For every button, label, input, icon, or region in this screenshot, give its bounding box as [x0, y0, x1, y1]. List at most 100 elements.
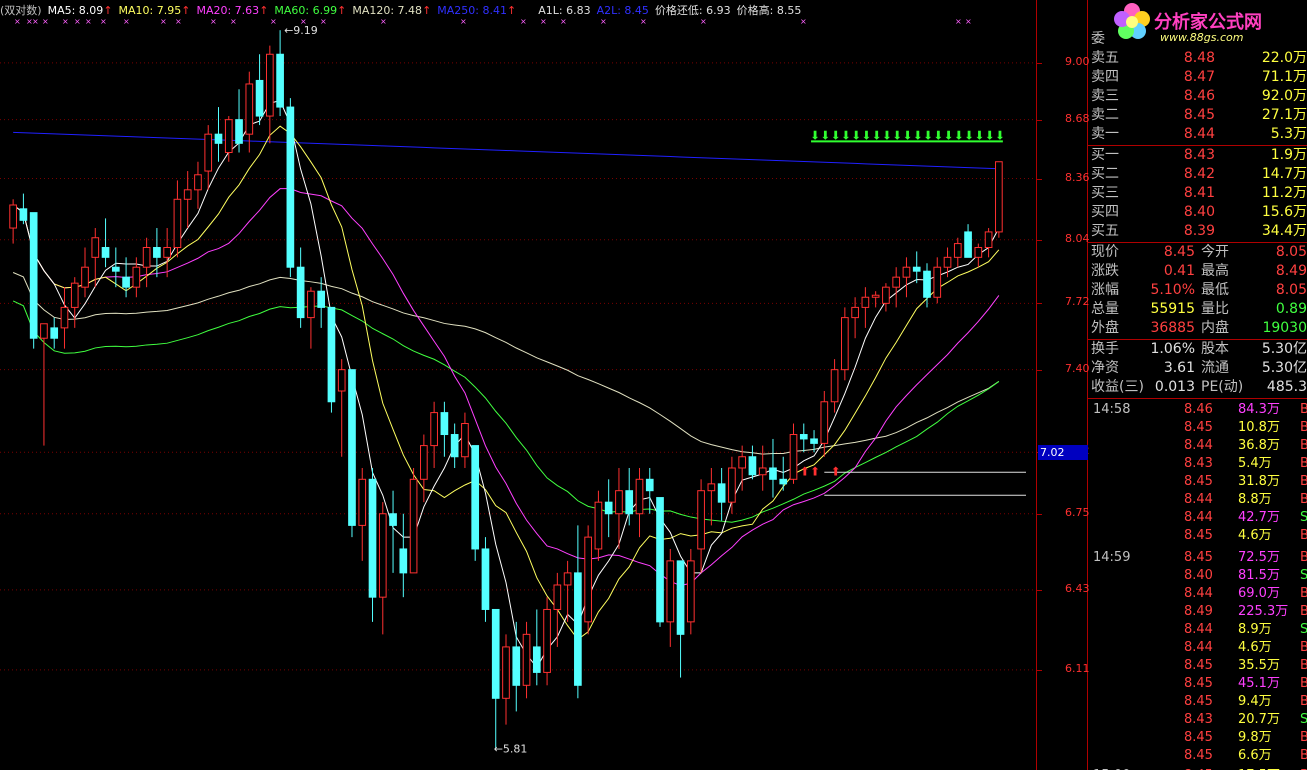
tick-direction: B [1300, 528, 1307, 543]
tick-row[interactable]: 8.44 8.8万 B [1088, 491, 1307, 509]
candle-body [748, 456, 757, 476]
ma5-up-icon: ↑ [103, 4, 113, 17]
candle-body [255, 79, 264, 117]
candle-body [563, 572, 572, 586]
tick-volume: 6.6万 [1238, 748, 1272, 763]
tick-direction: B [1300, 492, 1307, 507]
price-axis[interactable]: 9.00 8.68 8.36 8.04 7.72 7.40 7.02 6.75 6.43 6.11 [1036, 0, 1090, 770]
tick-direction: B [1300, 604, 1307, 619]
tick-row[interactable]: 8.45 9.8万 B [1088, 729, 1307, 747]
tick-row[interactable]: 8.45 35.5万 B [1088, 657, 1307, 675]
kline-chart[interactable]: ⬇ ⬇ ⬇ ⬇ ⬇ ⬇ ⬇ ⬇ ⬇ ⬇ ⬇ ⬇ ⬇ ⬇ ⬇ ⬇ ⬇ ⬇ ⬇ ⬆ ⬆ ⬆ ←9.19 ←5.81 × × × × × × × ×… [0, 0, 1036, 770]
ask-volume: 71.1万 [1261, 69, 1307, 85]
tick-volume: 45.1万 [1238, 676, 1280, 691]
candle-body [553, 584, 562, 610]
candle-body [214, 133, 223, 144]
ask-row[interactable]: 卖二 8.45 27.1万 [1091, 106, 1307, 125]
tick-direction: B [1300, 748, 1307, 763]
quote-label: 内盘 [1201, 320, 1229, 336]
tick-volume: 5.4万 [1238, 456, 1272, 471]
axis-tick-label: 9.00 [1065, 54, 1090, 68]
tick-row[interactable]: 8.40 81.5万 S [1088, 567, 1307, 585]
tick-row[interactable]: 8.43 20.7万 S [1088, 711, 1307, 729]
bid-row[interactable]: 买五 8.39 34.4万 [1091, 222, 1307, 241]
tick-direction: B [1300, 640, 1307, 655]
bid-price: 8.39 [1183, 223, 1215, 239]
price-low-label: 价格还低: 6.93 [654, 4, 731, 17]
quote-panel: 分析家公式网 www.88gs.com 委 卖五 8.48 22.0万 卖四 8.47 7… [1088, 0, 1307, 770]
bid-row[interactable]: 买二 8.42 14.7万 [1091, 165, 1307, 184]
quote-value: 5.10% [1150, 282, 1195, 298]
tick-row[interactable]: 8.45 72.5万 B [1088, 549, 1307, 567]
tick-price: 8.45 [1184, 694, 1213, 709]
axis-tick-mark [1037, 669, 1042, 671]
ma10-line [12, 125, 1000, 641]
candle-body [461, 423, 469, 458]
candle-body [799, 434, 808, 440]
green-down-arrow-icon: ⬇ [995, 128, 1005, 142]
tick-direction: B [1300, 438, 1307, 453]
tick-price: 8.44 [1184, 622, 1213, 637]
ma120-label: MA120: 7.48 [352, 4, 423, 17]
tick-row[interactable]: 8.44 8.9万 S [1088, 621, 1307, 639]
tick-row[interactable]: 8.44 36.8万 B [1088, 437, 1307, 455]
bid-row[interactable]: 买四 8.40 15.6万 [1091, 203, 1307, 222]
tick-row[interactable]: 8.45 9.4万 B [1088, 693, 1307, 711]
bid-label: 买四 [1091, 204, 1119, 220]
tick-row[interactable]: 8.45 45.1万 B [1088, 675, 1307, 693]
tick-row[interactable]: 8.45 10.8万 B [1088, 419, 1307, 437]
fundamental-value: 5.30亿 [1261, 360, 1307, 376]
ma10-label: MA10: 7.95 [118, 4, 182, 17]
bid-row[interactable]: 买三 8.41 11.2万 [1091, 184, 1307, 203]
ask-volume: 92.0万 [1261, 88, 1307, 104]
ask-row[interactable]: 卖一 8.44 5.3万 [1091, 125, 1307, 144]
candle-body [276, 53, 284, 108]
ma20-line [12, 188, 1000, 587]
tick-row[interactable]: 8.43 5.4万 B [1088, 455, 1307, 473]
bid-label: 买三 [1091, 185, 1119, 201]
tick-row[interactable]: 8.45 6.6万 B [1088, 747, 1307, 765]
candle-body [943, 256, 952, 268]
fundamental-label: 收益(三) [1091, 379, 1144, 395]
tick-row[interactable]: 8.46 84.3万 B [1088, 401, 1307, 419]
candle-body [645, 478, 654, 492]
ask-row[interactable]: 卖四 8.47 71.1万 [1091, 68, 1307, 87]
tick-row[interactable]: 8.45 4.6万 B [1088, 527, 1307, 545]
axis-tick-label: 7.40 [1065, 361, 1090, 375]
bid-price: 8.42 [1183, 166, 1215, 182]
tick-direction: B [1300, 730, 1307, 745]
axis-tick-mark [1037, 239, 1042, 241]
candle-body [235, 119, 243, 144]
quote-value: 8.05 [1275, 282, 1307, 298]
axis-tick-label: 8.36 [1065, 170, 1090, 184]
candle-body [769, 467, 777, 480]
candle-body [378, 513, 387, 598]
tick-direction: B [1300, 586, 1307, 601]
kline-chart-svg[interactable]: ⬇ ⬇ ⬇ ⬇ ⬇ ⬇ ⬇ ⬇ ⬇ ⬇ ⬇ ⬇ ⬇ ⬇ ⬇ ⬇ ⬇ ⬇ ⬇⬆ ⬆ ⬆←9.19←5.81× × × × × × × ×… [0, 0, 1036, 770]
tick-price: 8.44 [1184, 438, 1213, 453]
candle-body [615, 490, 623, 515]
tick-row[interactable]: 8.49 225.3万 B [1088, 603, 1307, 621]
bid-price: 8.41 [1183, 185, 1215, 201]
ask-volume: 5.3万 [1270, 126, 1307, 142]
candle-body [389, 513, 397, 526]
candle-body [9, 204, 17, 229]
bid-row[interactable]: 买一 8.43 1.9万 [1091, 146, 1307, 165]
tick-row[interactable]: 8.44 42.7万 S [1088, 509, 1307, 527]
candle-body [974, 247, 983, 258]
quote-label: 量比 [1201, 301, 1229, 317]
candle-body [861, 296, 870, 308]
tick-volume: 36.8万 [1238, 438, 1280, 453]
ask-row[interactable]: 卖五 8.48 22.0万 [1091, 49, 1307, 68]
candle-body [789, 434, 798, 480]
tick-row[interactable]: 8.44 69.0万 B [1088, 585, 1307, 603]
axis-tick-label: 7.72 [1065, 295, 1090, 309]
fundamental-row: 净资 3.61 流通 5.30亿 [1091, 359, 1307, 378]
tick-row[interactable]: 8.45 31.8万 B [1088, 473, 1307, 491]
tick-row[interactable]: 8.44 4.6万 B [1088, 639, 1307, 657]
candle-body [871, 294, 880, 298]
tick-volume: 84.3万 [1238, 402, 1280, 417]
ask-label: 卖四 [1091, 69, 1119, 85]
ask-row[interactable]: 卖三 8.46 92.0万 [1091, 87, 1307, 106]
candle-body [327, 306, 336, 403]
